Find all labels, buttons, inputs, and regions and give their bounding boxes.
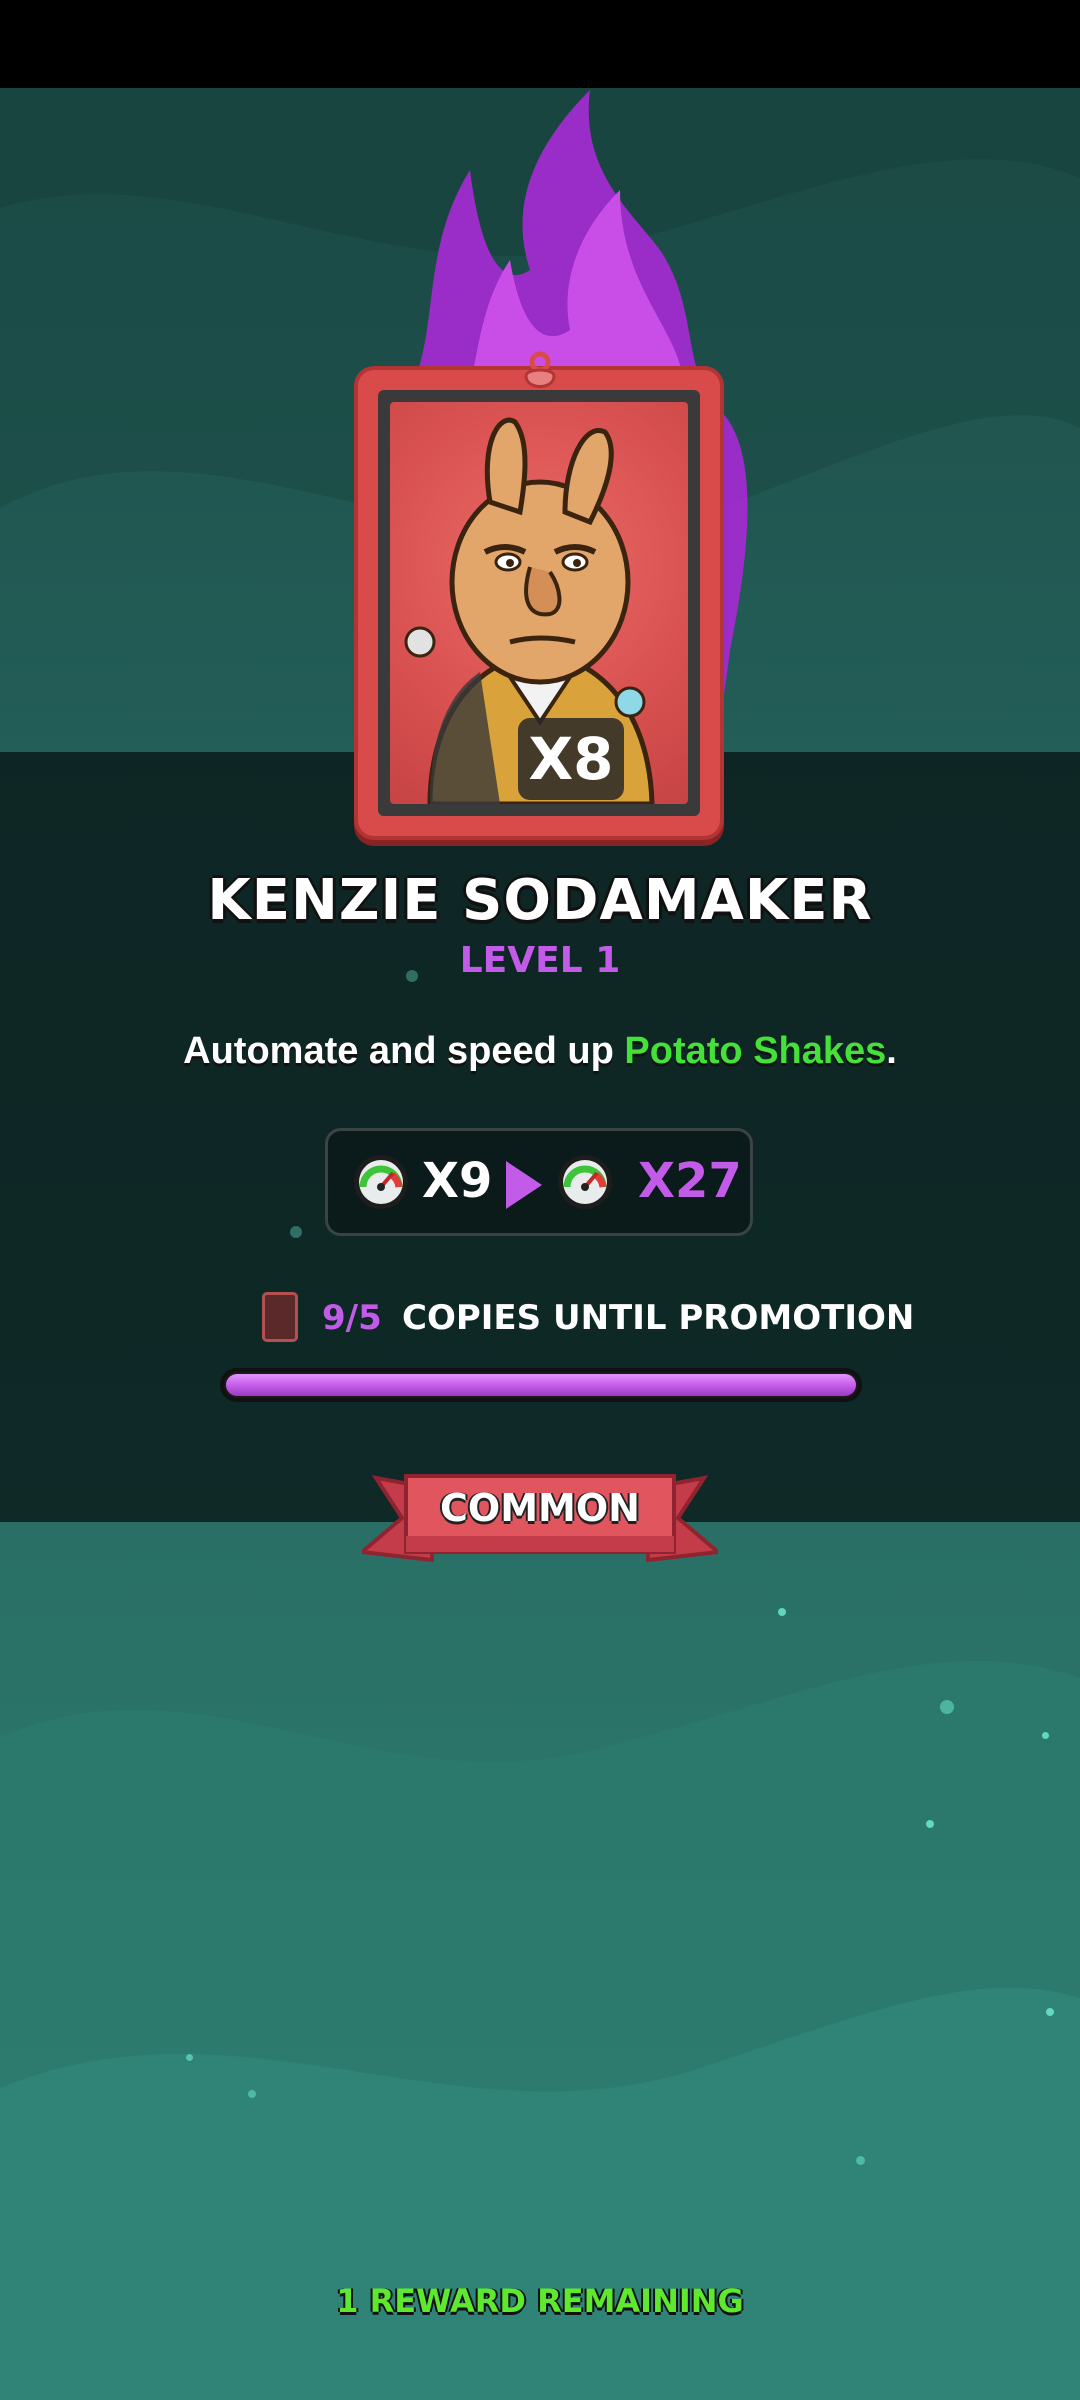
description-text: Automate and speed up (183, 1030, 625, 1072)
speed-upgrade-box: X9 X27 (325, 1128, 753, 1236)
sparkle (186, 2054, 193, 2061)
card-multiplier-badge: X8 (518, 718, 624, 800)
speedometer-icon (354, 1155, 408, 1209)
reward-screen[interactable]: X8 KENZIE SODAMAKER LEVEL 1 Automate and… (0, 0, 1080, 2400)
character-card[interactable]: X8 (358, 351, 720, 836)
sparkle (406, 970, 418, 982)
speedometer-icon (558, 1155, 612, 1209)
character-description: Automate and speed up Potato Shakes. (0, 1030, 1080, 1073)
sparkle (1042, 1732, 1049, 1739)
sparkle (1046, 2008, 1054, 2016)
promotion-progress-bar (220, 1368, 862, 1402)
sparkle (856, 2156, 865, 2165)
sparkle (940, 1700, 954, 1714)
description-suffix: . (886, 1030, 897, 1072)
current-speed-value: X9 (422, 1153, 493, 1209)
rarity-label: COMMON (440, 1486, 640, 1530)
card-border: X8 (378, 390, 700, 816)
rarity-ribbon: COMMON (362, 1460, 718, 1580)
copies-label: COPIES UNTIL PROMOTION (402, 1298, 915, 1338)
sparkle (290, 1226, 302, 1238)
character-name: KENZIE SODAMAKER (207, 868, 873, 933)
upgrade-arrow-icon (506, 1161, 542, 1209)
sparkle (778, 1608, 786, 1616)
promotion-copies-row: 9/5 COPIES UNTIL PROMOTION (262, 1290, 914, 1346)
character-level: LEVEL 1 (459, 940, 621, 981)
rewards-remaining: 1 REWARD REMAINING (336, 2282, 744, 2320)
next-speed-value: X27 (638, 1153, 742, 1209)
copies-count: 9/5 (322, 1298, 382, 1338)
sparkle (926, 1820, 934, 1828)
description-highlight: Potato Shakes (624, 1030, 887, 1072)
promotion-progress-fill (226, 1374, 856, 1396)
status-bar (0, 0, 1080, 88)
card-tag-icon (524, 351, 556, 388)
card-copies-icon (262, 1292, 298, 1342)
character-portrait: X8 (390, 402, 688, 804)
sparkle (248, 2090, 256, 2098)
